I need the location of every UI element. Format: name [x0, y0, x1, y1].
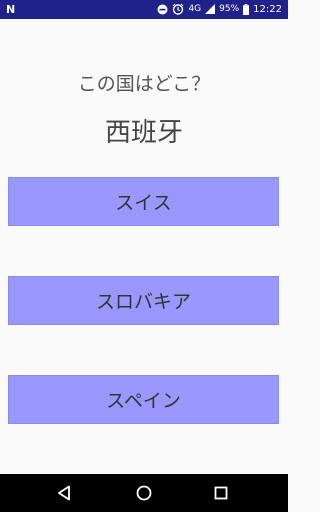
dnd-icon [157, 4, 168, 15]
quiz-screen: この国はどこ？ 西班牙 スイス スロバキア スペイン [0, 19, 288, 474]
status-icons: 4G 95% 12:22 [157, 3, 282, 15]
home-icon[interactable] [134, 483, 154, 503]
battery-percent: 95% [219, 4, 240, 14]
network-type-label: 4G [188, 4, 202, 14]
status-bar: N 4G 95% 12:22 [0, 0, 288, 19]
answer-button-2[interactable]: スロバキア [8, 276, 279, 325]
battery-icon [243, 3, 250, 15]
answer-button-3[interactable]: スペイン [8, 375, 279, 424]
navigation-bar [0, 474, 288, 512]
question-text: この国はどこ？ [77, 73, 211, 95]
alarm-icon [172, 3, 184, 15]
clock: 12:22 [253, 3, 282, 15]
notification-n-icon: N [6, 3, 16, 16]
signal-icon [205, 4, 216, 14]
answer-button-1[interactable]: スイス [8, 177, 279, 226]
recents-icon[interactable] [211, 483, 231, 503]
country-name: 西班牙 [104, 118, 183, 148]
back-icon[interactable] [54, 483, 74, 503]
